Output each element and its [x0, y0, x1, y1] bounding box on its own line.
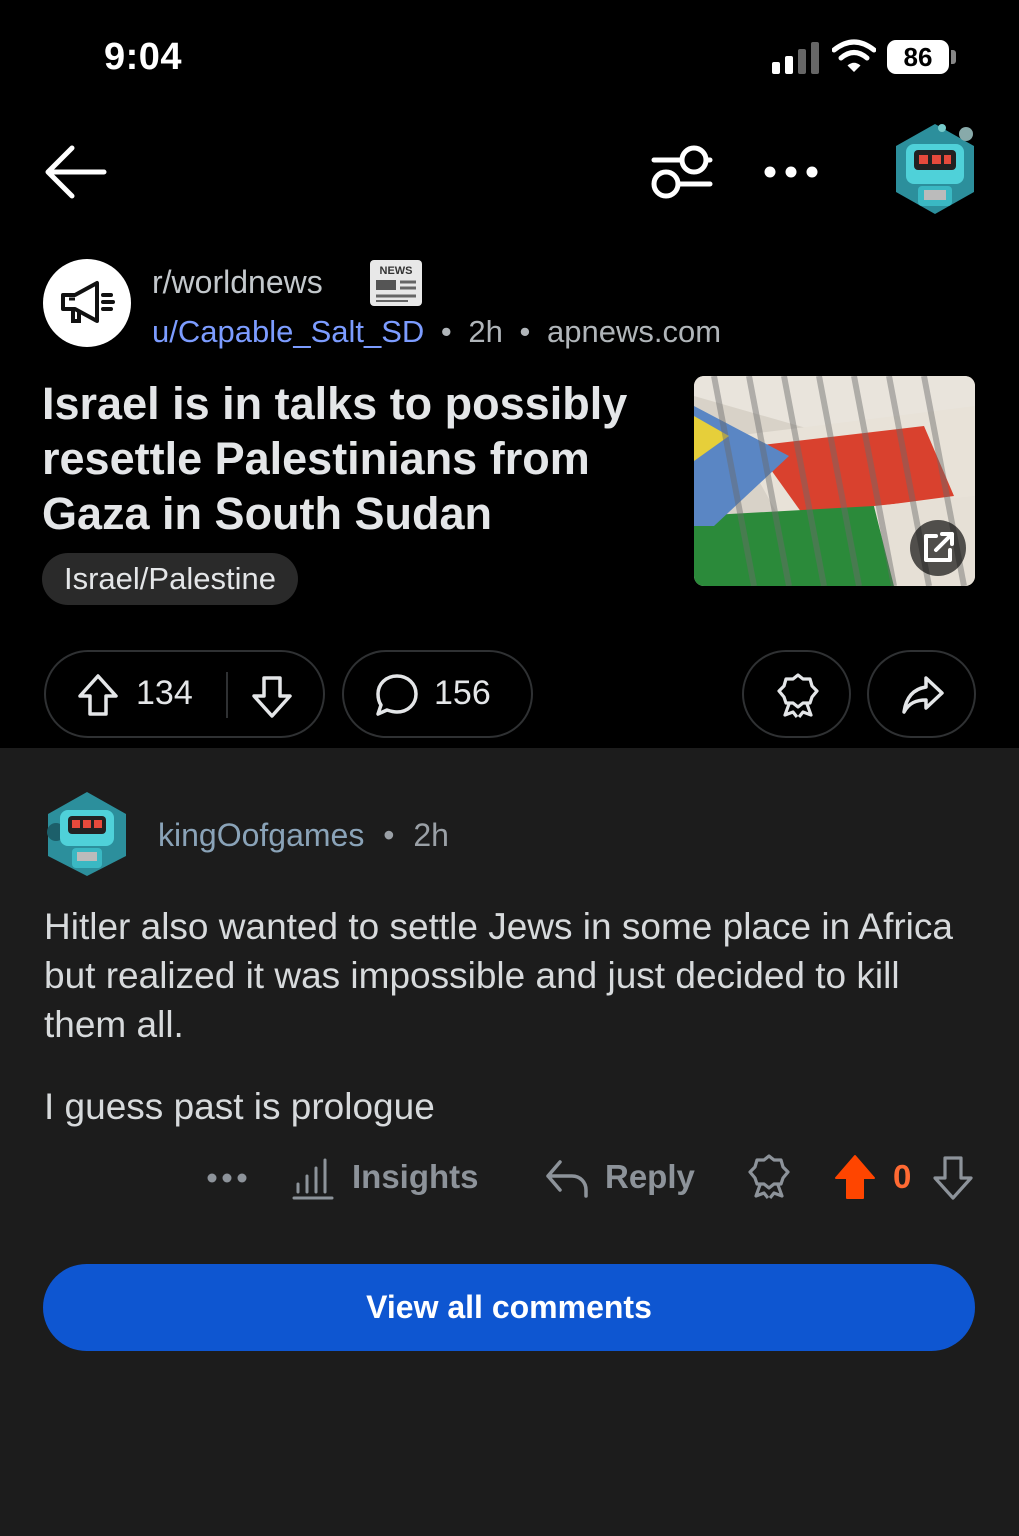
back-arrow-icon[interactable] [40, 138, 112, 206]
megaphone-icon [61, 281, 115, 323]
award-icon [777, 673, 819, 718]
user-avatar[interactable] [886, 116, 984, 220]
external-link-icon [924, 532, 954, 562]
comment-score: 0 [893, 1158, 912, 1195]
wifi-icon [832, 39, 876, 72]
insights-icon[interactable] [290, 1150, 336, 1206]
comment-age: 2h [413, 817, 449, 853]
downvote-icon[interactable] [250, 674, 294, 720]
newspaper-icon: NEWS [370, 260, 422, 306]
post-title[interactable]: Israel is in talks to possibly resettle … [42, 376, 662, 541]
comment-body: Hitler also wanted to settle Jews in som… [44, 906, 953, 1045]
award-button[interactable] [742, 650, 851, 738]
vote-control: 134 [44, 650, 325, 738]
comment-icon [376, 674, 418, 716]
vote-divider [226, 672, 228, 718]
reply-label[interactable]: Reply [605, 1158, 695, 1196]
share-icon [902, 676, 944, 714]
subreddit-icon[interactable] [43, 259, 131, 347]
external-link-button[interactable] [910, 520, 966, 576]
comment-author[interactable]: kingOofgames [158, 817, 364, 853]
comment-downvote-icon[interactable] [930, 1150, 976, 1206]
post-meta: u/Capable_Salt_SD • 2h • apnews.com [152, 314, 721, 350]
post-header-area: 9:04 86 r/worldnews NEWS u/Capable_Salt_… [0, 0, 1019, 748]
reply-icon[interactable] [542, 1150, 590, 1206]
svg-text:NEWS: NEWS [380, 265, 413, 277]
more-icon[interactable] [760, 150, 822, 194]
filter-icon[interactable] [648, 140, 716, 204]
view-all-comments-button[interactable]: View all comments [43, 1264, 975, 1351]
comment-body-second: I guess past is prologue [44, 1086, 435, 1127]
subreddit-name[interactable]: r/worldnews [152, 264, 323, 301]
comment-more-icon[interactable] [204, 1150, 250, 1206]
status-time: 9:04 [104, 36, 183, 78]
insights-label[interactable]: Insights [352, 1158, 479, 1196]
upvote-count: 134 [136, 674, 193, 712]
comment-author-line: kingOofgames • 2h [158, 817, 449, 854]
meta-separator: • [440, 314, 452, 349]
post-domain[interactable]: apnews.com [547, 314, 721, 349]
meta-separator: • [519, 314, 531, 349]
share-button[interactable] [867, 650, 976, 738]
upvote-icon[interactable] [76, 672, 120, 718]
battery-tip [951, 50, 956, 64]
battery-indicator: 86 [887, 40, 949, 74]
comment-count: 156 [434, 674, 491, 712]
commenter-avatar[interactable] [44, 790, 130, 878]
comment-award-icon[interactable] [746, 1150, 792, 1206]
post-age: 2h [468, 314, 503, 349]
meta-separator: • [383, 817, 395, 853]
comment-upvote-icon[interactable] [832, 1150, 878, 1206]
cellular-signal-icon [772, 42, 820, 74]
post-flair[interactable]: Israel/Palestine [42, 553, 298, 605]
post-author[interactable]: u/Capable_Salt_SD [152, 314, 424, 349]
comments-button[interactable]: 156 [342, 650, 533, 738]
